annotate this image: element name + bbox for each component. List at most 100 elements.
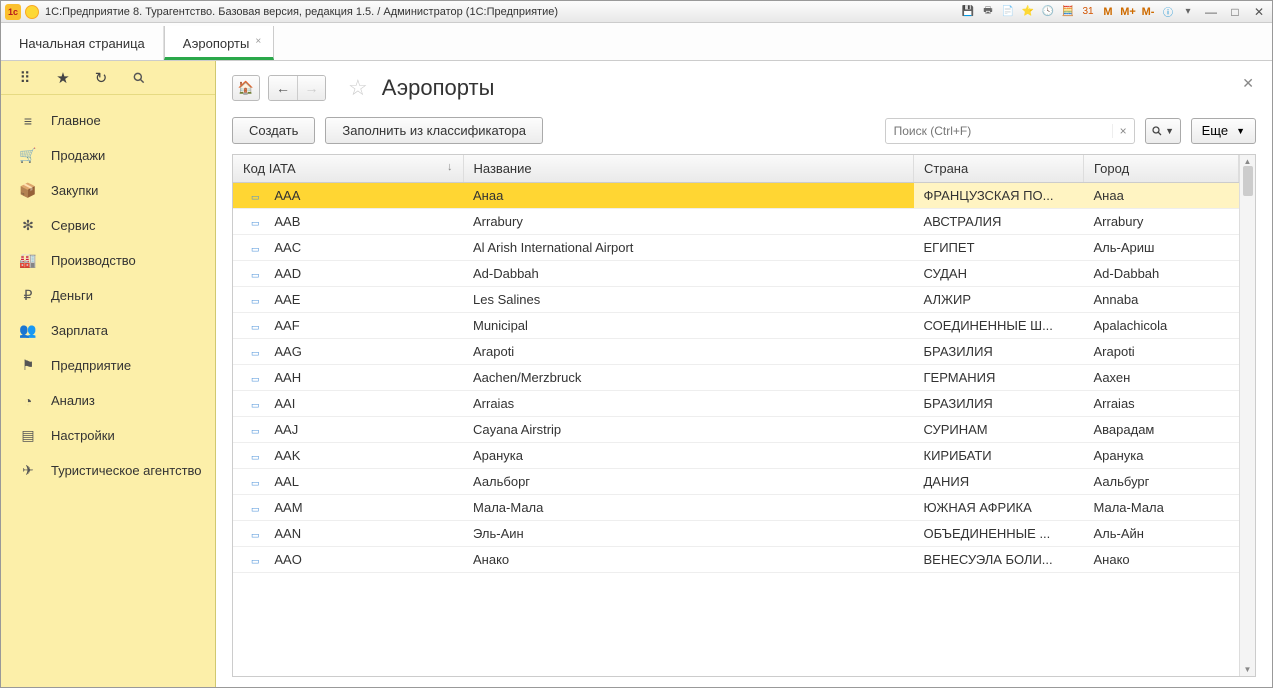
- search-field-wrap: ×: [885, 118, 1135, 144]
- sidebar-item-1[interactable]: 🛒 Продажи: [1, 138, 215, 173]
- save-icon[interactable]: 💾: [960, 4, 976, 20]
- table-row[interactable]: ▭ AAIArraiasБРАЗИЛИЯArraias: [233, 391, 1239, 417]
- more-button-label: Еще: [1202, 123, 1228, 138]
- table-row[interactable]: ▭ AABArraburyАВСТРАЛИЯArrabury: [233, 209, 1239, 235]
- info-icon[interactable]: ⓘ: [1160, 4, 1176, 20]
- tab-1[interactable]: Аэропорты×: [164, 26, 274, 60]
- table-row[interactable]: ▭ AAJCayana AirstripСУРИНАМАварадам: [233, 417, 1239, 443]
- memory-mminus-button[interactable]: M-: [1140, 4, 1156, 20]
- clipboard-icon[interactable]: ↻: [91, 68, 111, 88]
- table-row[interactable]: ▭ AAELes SalinesАЛЖИРAnnaba: [233, 287, 1239, 313]
- favorite-page-icon[interactable]: ☆: [348, 75, 368, 101]
- sidebar-item-label: Производство: [51, 253, 136, 268]
- window-titlebar: 1c 1С:Предприятие 8. Турагентство. Базов…: [1, 1, 1272, 23]
- more-button[interactable]: Еще ▼: [1191, 118, 1256, 144]
- sidebar-item-label: Предприятие: [51, 358, 131, 373]
- history-icon[interactable]: 🕓: [1040, 4, 1056, 20]
- table-row[interactable]: ▭ AAKАранукаКИРИБАТИАранука: [233, 443, 1239, 469]
- column-header-city[interactable]: Город: [1084, 155, 1239, 183]
- apps-icon[interactable]: ⠿: [15, 68, 35, 88]
- window-title: 1С:Предприятие 8. Турагентство. Базовая …: [45, 6, 960, 18]
- clear-search-button[interactable]: ×: [1112, 124, 1134, 138]
- minimize-button[interactable]: —: [1202, 4, 1220, 20]
- back-button[interactable]: ←: [269, 76, 297, 100]
- calculator-icon[interactable]: 🧮: [1060, 4, 1076, 20]
- sidebar-item-8[interactable]: ◔Анализ: [1, 383, 215, 418]
- column-header-name[interactable]: Название: [463, 155, 914, 183]
- nav-list: ≡Главное 🛒 Продажи 📦 Закупки ✻Сервис 🏭 Производ…: [1, 95, 215, 488]
- table-wrap: Код IATA↓ Название Страна Город ▭ AAAАна…: [232, 154, 1256, 677]
- tab-strip: Начальная страницаАэропорты×: [1, 23, 1272, 61]
- row-icon: ▭: [251, 374, 260, 384]
- sidebar-item-icon: 🏭: [19, 252, 37, 270]
- favorite-icon[interactable]: ⭐: [1020, 4, 1036, 20]
- row-icon: ▭: [251, 296, 260, 306]
- row-icon: ▭: [251, 192, 260, 202]
- sidebar-item-3[interactable]: ✻Сервис: [1, 208, 215, 243]
- sidebar-item-icon: ✈: [19, 462, 37, 480]
- fill-from-classifier-button[interactable]: Заполнить из классификатора: [325, 117, 543, 144]
- search-options-button[interactable]: ▼: [1145, 118, 1181, 144]
- sidebar-item-label: Настройки: [51, 428, 115, 443]
- sidebar-item-label: Закупки: [51, 183, 98, 198]
- table-row[interactable]: ▭ AACAl Arish International AirportЕГИПЕ…: [233, 235, 1239, 261]
- tab-0[interactable]: Начальная страница: [1, 26, 164, 60]
- row-icon: ▭: [251, 270, 260, 280]
- table-row[interactable]: ▭ AAOАнакоВЕНЕСУЭЛА БОЛИ...Анако: [233, 547, 1239, 573]
- memory-m-button[interactable]: M: [1100, 4, 1116, 20]
- create-button[interactable]: Создать: [232, 117, 315, 144]
- vertical-scrollbar[interactable]: ▲ ▼: [1239, 155, 1255, 676]
- sidebar-item-label: Зарплата: [51, 323, 108, 338]
- maximize-button[interactable]: □: [1226, 4, 1244, 20]
- table-row[interactable]: ▭ AAGArapotiБРАЗИЛИЯArapoti: [233, 339, 1239, 365]
- sidebar-item-7[interactable]: ⚑ Предприятие: [1, 348, 215, 383]
- sidebar-item-label: Туристическое агентство: [51, 463, 202, 478]
- search-input[interactable]: [886, 124, 1112, 138]
- sidebar-item-icon: ₽: [19, 287, 37, 305]
- calendar-icon[interactable]: 31: [1080, 4, 1096, 20]
- home-button[interactable]: 🏠: [232, 75, 260, 101]
- print-icon[interactable]: 🖶: [980, 4, 996, 20]
- table-row[interactable]: ▭ AAAАнааФРАНЦУЗСКАЯ ПО...Анаа: [233, 183, 1239, 209]
- memory-mplus-button[interactable]: M+: [1120, 4, 1136, 20]
- data-table-scroll[interactable]: Код IATA↓ Название Страна Город ▭ AAAАна…: [233, 155, 1239, 676]
- document-icon[interactable]: 📄: [1000, 4, 1016, 20]
- info-dropdown-icon[interactable]: ▾: [1180, 4, 1196, 20]
- page-toolbar: Создать Заполнить из классификатора × ▼ …: [232, 117, 1256, 144]
- close-page-button[interactable]: ✕: [1242, 75, 1254, 92]
- row-icon: ▭: [251, 218, 260, 228]
- table-row[interactable]: ▭ AANЭль-АинОБЪЕДИНЕННЫЕ ...Аль-Айн: [233, 521, 1239, 547]
- sidebar-item-icon: 📦: [19, 182, 37, 200]
- scroll-up-icon[interactable]: ▲: [1244, 157, 1252, 166]
- sidebar-item-4[interactable]: 🏭 Производство: [1, 243, 215, 278]
- sidebar-item-2[interactable]: 📦 Закупки: [1, 173, 215, 208]
- table-row[interactable]: ▭ AAHAachen/MerzbruckГЕРМАНИЯАахен: [233, 365, 1239, 391]
- sidebar-item-label: Продажи: [51, 148, 105, 163]
- row-icon: ▭: [251, 556, 260, 566]
- tab-close-icon[interactable]: ×: [255, 36, 261, 47]
- column-header-country[interactable]: Страна: [914, 155, 1084, 183]
- sidebar-item-label: Деньги: [51, 288, 93, 303]
- forward-button[interactable]: →: [297, 76, 325, 100]
- sidebar-item-9[interactable]: ▤Настройки: [1, 418, 215, 453]
- sidebar-item-icon: 🛒: [19, 147, 37, 165]
- table-row[interactable]: ▭ AAMМала-МалаЮЖНАЯ АФРИКАМала-Мала: [233, 495, 1239, 521]
- star-icon[interactable]: ★: [53, 68, 73, 88]
- table-row[interactable]: ▭ AADAd-DabbahСУДАНAd-Dabbah: [233, 261, 1239, 287]
- sidebar-item-icon: ✻: [19, 217, 37, 235]
- search-icon[interactable]: [129, 68, 149, 88]
- sidebar-item-10[interactable]: ✈ Туристическое агентство: [1, 453, 215, 488]
- scroll-thumb[interactable]: [1243, 166, 1253, 196]
- sidebar-item-label: Главное: [51, 113, 101, 128]
- row-icon: ▭: [251, 244, 260, 254]
- close-window-button[interactable]: ✕: [1250, 4, 1268, 20]
- column-header-iata[interactable]: Код IATA↓: [233, 155, 463, 183]
- sidebar-item-5[interactable]: ₽ Деньги: [1, 278, 215, 313]
- sidebar-item-0[interactable]: ≡Главное: [1, 103, 215, 138]
- sidebar-item-6[interactable]: 👥Зарплата: [1, 313, 215, 348]
- sidebar-item-icon: ⚑: [19, 357, 37, 375]
- table-row[interactable]: ▭ AAFMunicipalСОЕДИНЕННЫЕ Ш...Apalachico…: [233, 313, 1239, 339]
- table-row[interactable]: ▭ AALАальборгДАНИЯАальбург: [233, 469, 1239, 495]
- app-menu-dropdown-icon[interactable]: [25, 5, 39, 19]
- scroll-down-icon[interactable]: ▼: [1244, 665, 1252, 674]
